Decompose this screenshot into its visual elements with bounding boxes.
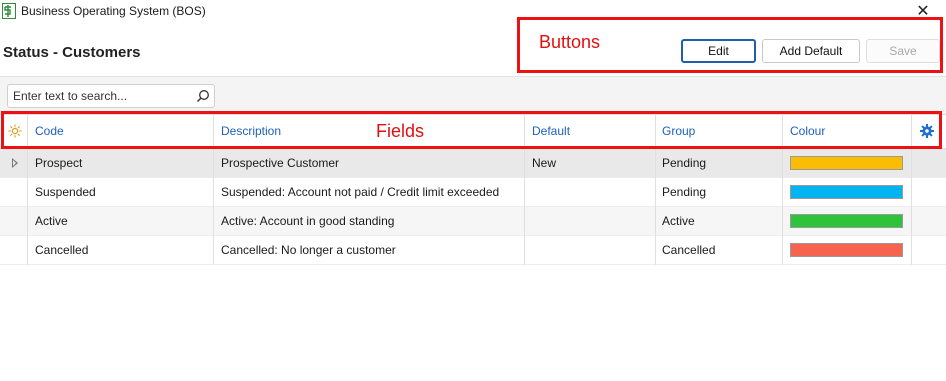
fields-annotation-label: Fields — [376, 121, 425, 141]
cell-code: Active — [35, 214, 68, 228]
cell-group: Pending — [662, 185, 707, 199]
table-row[interactable]: Prospect Prospective Customer New Pendin… — [0, 149, 946, 178]
cell-group: Pending — [662, 156, 707, 170]
table-row[interactable]: Cancelled Cancelled: No longer a custome… — [0, 236, 946, 265]
cell-default: New — [532, 156, 557, 170]
edit-button[interactable]: Edit — [681, 39, 756, 63]
colour-swatch — [790, 243, 903, 257]
fields-annotation-box — [1, 111, 942, 149]
table-row[interactable]: Active Active: Account in good standing … — [0, 207, 946, 236]
colour-swatch — [790, 156, 903, 170]
search-box[interactable] — [7, 84, 215, 108]
cell-group: Cancelled — [662, 243, 716, 257]
table-row[interactable]: Suspended Suspended: Account not paid / … — [0, 178, 946, 207]
cell-code: Cancelled — [35, 243, 89, 257]
cell-code: Suspended — [35, 185, 96, 199]
search-input[interactable] — [13, 87, 183, 105]
cell-group: Active — [662, 214, 695, 228]
cell-description: Cancelled: No longer a customer — [221, 243, 396, 257]
cell-description: Suspended: Account not paid / Credit lim… — [221, 185, 500, 199]
cell-code: Prospect — [35, 156, 83, 170]
page-title: Status - Customers — [3, 44, 141, 61]
buttons-annotation-label: Buttons — [539, 32, 601, 52]
current-row-icon — [12, 158, 18, 168]
colour-swatch — [790, 185, 903, 199]
cell-description: Active: Account in good standing — [221, 214, 395, 228]
search-icon[interactable] — [196, 89, 210, 103]
save-button[interactable]: Save — [866, 39, 940, 63]
window-title: Business Operating System (BOS) — [21, 4, 206, 18]
colour-swatch — [790, 214, 903, 228]
cell-description: Prospective Customer — [221, 156, 340, 170]
add-default-button[interactable]: Add Default — [762, 39, 860, 63]
bos-logo-icon — [2, 3, 16, 19]
